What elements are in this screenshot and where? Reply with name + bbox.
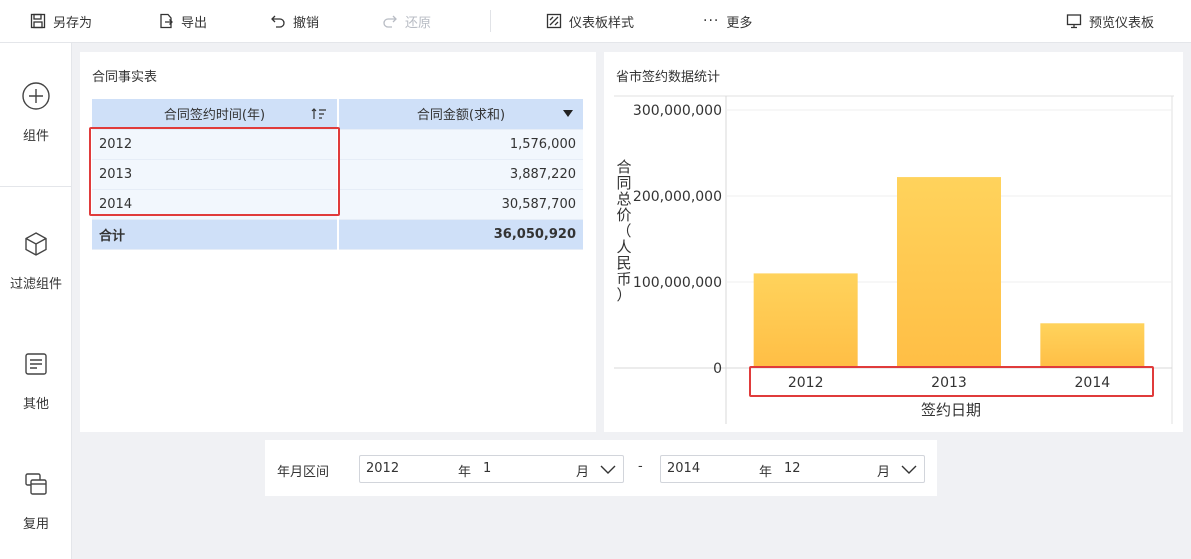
style-icon	[546, 13, 562, 29]
document-icon	[21, 349, 51, 379]
end-year-unit: 年	[759, 465, 773, 480]
sidebar-item-label: 复用	[22, 517, 49, 532]
start-month-value: 1	[483, 461, 492, 476]
sidebar-item-other[interactable]: 其他	[0, 349, 72, 412]
chevron-down-icon[interactable]	[901, 465, 917, 475]
total-amount: 36,050,920	[338, 219, 585, 250]
more-button[interactable]: ··· 更多	[703, 0, 752, 42]
monitor-icon	[1066, 14, 1082, 29]
preview-label: 预览仪表板	[1089, 15, 1155, 31]
dashboard-style-button[interactable]: 仪表板样式	[546, 0, 634, 42]
toolbar: 另存为 导出 撤销 还原 仪表板样式 ··· 更多 预览仪表板	[0, 0, 1191, 43]
x-axis-title: 签约日期	[921, 401, 981, 419]
bar-chart: 300,000,000 200,000,000 100,000,000 0 2012 2…	[614, 95, 1174, 424]
amount-cell[interactable]: 3,887,220	[338, 159, 585, 190]
start-date-select[interactable]: 2012 年 1 月	[359, 455, 624, 483]
export-label: 导出	[181, 15, 208, 31]
y-tick-label: 100,000,000	[633, 275, 722, 291]
table-panel: 合同事实表 合同签约时间(年) 合同金额(求和) 2012 1,576,000 …	[80, 52, 596, 432]
end-month-value: 12	[784, 461, 801, 476]
sidebar-item-label: 过滤组件	[9, 277, 62, 292]
save-as-button[interactable]: 另存为	[30, 0, 92, 42]
year-header-label: 合同签约时间(年)	[163, 108, 266, 124]
y-tick-label: 200,000,000	[633, 189, 722, 205]
date-range-separator: -	[638, 459, 643, 474]
bar-2013[interactable]	[897, 177, 1001, 368]
save-icon	[30, 13, 46, 29]
y-tick-label: 0	[713, 361, 722, 377]
year-cell[interactable]: 2014	[92, 189, 339, 220]
amount-header-label: 合同金额(求和)	[416, 108, 506, 124]
total-row: 合计 36,050,920	[92, 219, 585, 250]
plus-circle-icon	[21, 81, 51, 111]
chart-panel: 省市签约数据统计 300,000,000 200,000,000 100,000,0…	[604, 52, 1183, 432]
year-column-header[interactable]: 合同签约时间(年)	[92, 99, 339, 130]
dashboard-style-label: 仪表板样式	[569, 15, 635, 31]
more-dots-icon: ···	[703, 13, 720, 29]
date-range-filter: 年月区间 2012 年 1 月 - 2014 年 12 月	[265, 440, 937, 496]
year-cell[interactable]: 2012	[92, 129, 339, 160]
table-row[interactable]: 2012 1,576,000	[92, 129, 585, 160]
fact-table: 合同签约时间(年) 合同金额(求和) 2012 1,576,000 2013 3…	[92, 99, 585, 250]
preview-dashboard-button[interactable]: 预览仪表板	[1066, 0, 1154, 42]
total-label: 合计	[92, 219, 339, 250]
undo-label: 撤销	[293, 15, 320, 31]
table-panel-title: 合同事实表	[92, 70, 158, 85]
bar-2012[interactable]	[753, 273, 858, 368]
sidebar-item-label: 其他	[22, 397, 49, 412]
table-row[interactable]: 2014 30,587,700	[92, 189, 585, 220]
start-year-unit: 年	[458, 465, 472, 480]
more-label: 更多	[726, 15, 753, 31]
x-tick-label: 2013	[931, 375, 967, 391]
bar-2014[interactable]	[1040, 323, 1145, 368]
table-header-row: 合同签约时间(年) 合同金额(求和)	[92, 99, 585, 130]
year-cell[interactable]: 2013	[92, 159, 339, 190]
save-as-label: 另存为	[53, 15, 93, 31]
reuse-icon	[21, 469, 51, 499]
y-tick-label: 300,000,000	[633, 103, 722, 119]
start-year-value: 2012	[366, 461, 400, 476]
chevron-down-icon[interactable]	[600, 465, 616, 475]
sidebar-item-components[interactable]: 组件	[0, 81, 72, 144]
sidebar-item-label: 组件	[22, 129, 49, 144]
undo-icon	[271, 15, 285, 28]
export-icon	[160, 13, 173, 29]
toolbar-divider	[490, 10, 491, 32]
sort-icon[interactable]	[311, 107, 327, 121]
sidebar-item-reuse[interactable]: 复用	[0, 469, 72, 532]
cube-icon	[21, 229, 51, 259]
end-month-unit: 月	[877, 465, 891, 480]
x-tick-label: 2014	[1075, 375, 1111, 391]
dropdown-triangle-icon[interactable]	[563, 110, 573, 118]
redo-button[interactable]: 还原	[382, 0, 431, 42]
left-sidebar: 组件 过滤组件 其他 复用	[0, 43, 72, 559]
amount-column-header[interactable]: 合同金额(求和)	[338, 99, 585, 130]
export-button[interactable]: 导出	[158, 0, 207, 42]
redo-label: 还原	[405, 15, 432, 31]
sidebar-divider	[0, 186, 72, 187]
start-month-unit: 月	[576, 465, 590, 480]
undo-button[interactable]: 撤销	[270, 0, 319, 42]
x-tick-label: 2012	[788, 375, 824, 391]
end-date-select[interactable]: 2014 年 12 月	[660, 455, 925, 483]
table-row[interactable]: 2013 3,887,220	[92, 159, 585, 190]
sidebar-item-filter[interactable]: 过滤组件	[0, 229, 72, 292]
end-year-value: 2014	[667, 461, 701, 476]
redo-icon	[383, 15, 397, 28]
filter-label: 年月区间	[277, 465, 330, 480]
y-axis-title: 合同总价（人民币）	[616, 158, 631, 304]
amount-cell[interactable]: 30,587,700	[338, 189, 585, 220]
amount-cell[interactable]: 1,576,000	[338, 129, 585, 160]
